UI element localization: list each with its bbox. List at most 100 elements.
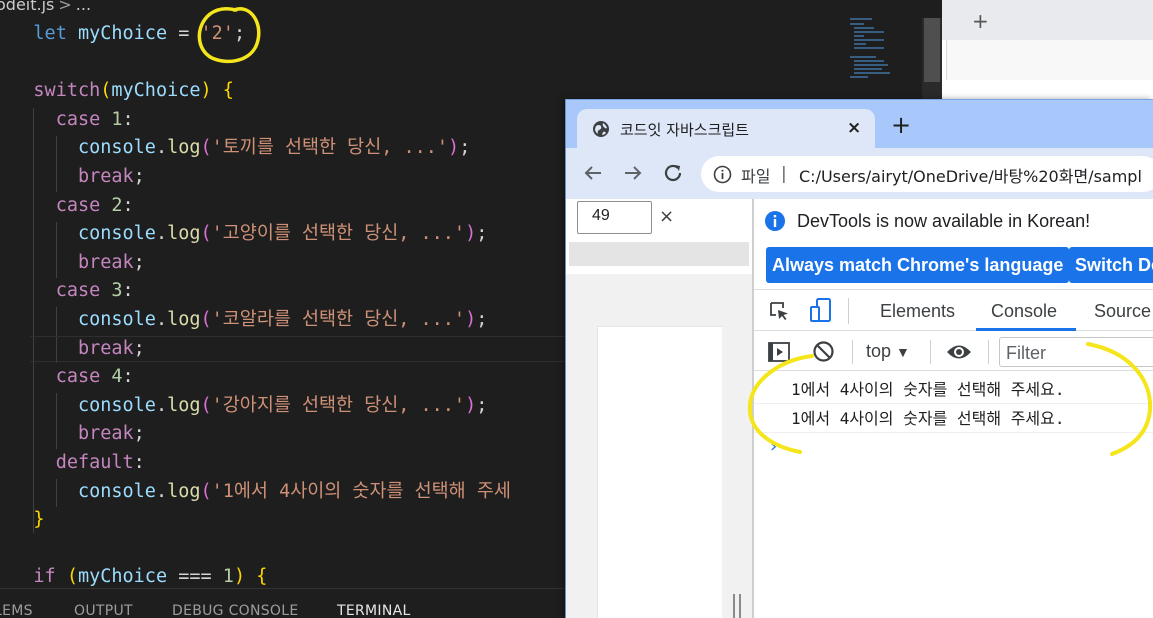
info-icon — [765, 211, 785, 231]
token-string: '토끼를 선택한 당신, ...' — [211, 137, 449, 159]
token-keyword: case — [55, 280, 101, 302]
token-number: 3 — [111, 280, 123, 302]
dimension-input[interactable]: 49 — [577, 201, 652, 234]
token-keyword: case — [55, 194, 101, 216]
context-value: top — [866, 341, 892, 361]
token-variable: myChoice — [111, 80, 201, 102]
tab-close-button[interactable]: × — [847, 118, 861, 138]
token-string: '강아지를 선택한 당신, ...' — [211, 394, 466, 416]
devtools-infobar: DevTools is now available in Korean! Alw… — [754, 199, 1153, 289]
panel-tab-terminal[interactable]: TERMINAL — [337, 603, 411, 618]
token-keyword: break — [77, 423, 134, 445]
editor-scroll-thumb[interactable] — [924, 18, 940, 82]
background-browser-window[interactable]: + — [942, 0, 1153, 100]
console-toolbar: top ▼ Filter — [754, 331, 1153, 371]
toolbar-divider — [848, 298, 849, 324]
page-content[interactable] — [597, 326, 722, 618]
tab-sources[interactable]: Source — [1094, 301, 1151, 322]
panel-tab-debug-console[interactable]: DEBUG CONSOLE — [172, 603, 299, 618]
switch-devtools-language-button[interactable]: Switch De — [1069, 247, 1153, 283]
browser-tab[interactable]: 코드잇 자바스크립트 × — [577, 109, 875, 149]
token-function: log — [167, 308, 201, 330]
background-tabstrip: + — [942, 0, 1153, 40]
token-keyword: if — [33, 566, 56, 588]
address-scheme-label: 파일 — [741, 167, 771, 186]
split-handle-icon[interactable] — [733, 594, 741, 618]
token-function: log — [167, 394, 201, 416]
back-arrow-icon[interactable] — [582, 162, 604, 184]
info-icon[interactable] — [713, 165, 732, 184]
minimap[interactable] — [846, 16, 906, 86]
token-keyword: switch — [33, 80, 101, 102]
token-variable: console — [77, 308, 156, 330]
token-string: '고양이를 선택한 당신, ...' — [211, 223, 466, 245]
clear-console-icon[interactable] — [812, 340, 835, 363]
toolbar-divider — [930, 340, 931, 364]
devtools-tabs: Elements Console Source — [754, 289, 1153, 331]
console-message: 1에서 4사이의 숫자를 선택해 주세요. — [754, 404, 1153, 433]
tab-strip: 코드잇 자바스크립트 × + — [566, 99, 1153, 149]
globe-icon — [593, 121, 609, 137]
tab-console[interactable]: Console — [991, 301, 1057, 322]
sidebar-toggle-icon[interactable] — [767, 340, 791, 364]
always-match-language-button[interactable]: Always match Chrome's language — [766, 247, 1070, 283]
toolbar-divider — [852, 340, 853, 364]
forward-arrow-icon[interactable] — [622, 162, 644, 184]
filter-input[interactable]: Filter — [999, 337, 1153, 367]
code-line[interactable] — [0, 49, 942, 78]
console-prompt-icon[interactable]: › — [768, 436, 779, 457]
toolbar-divider — [988, 340, 989, 364]
reload-icon[interactable] — [662, 162, 684, 184]
breadcrumb-rest[interactable]: ... — [76, 0, 91, 14]
new-tab-button[interactable]: + — [891, 113, 911, 137]
token-variable: myChoice — [77, 23, 168, 44]
token-number: 1 — [111, 108, 123, 130]
token-string-value: '2' — [200, 23, 234, 44]
token-string: '1에서 4사이의 숫자를 선택해 주세 — [211, 480, 511, 502]
devtools-panel[interactable]: DevTools is now available in Korean! Alw… — [754, 199, 1153, 618]
token-function: log — [167, 480, 201, 502]
token-punct: ; — [233, 23, 246, 44]
inspect-icon[interactable] — [767, 299, 791, 323]
token-function: log — [167, 137, 201, 159]
token-keyword: default — [55, 451, 134, 473]
code-line[interactable]: let myChoice = '2'; — [0, 20, 942, 49]
token-keyword: break — [77, 251, 134, 273]
background-toolbar — [946, 40, 1153, 80]
device-toolbar-icon[interactable] — [809, 297, 833, 325]
page-viewport[interactable]: 49 × — [566, 199, 752, 618]
token-function: log — [167, 223, 201, 245]
token-number: 4 — [111, 366, 123, 388]
dimension-close-button[interactable]: × — [659, 206, 674, 227]
chrome-window[interactable]: 코드잇 자바스크립트 × + 파일 | C:/Users/airyt/OneDr… — [565, 99, 1153, 618]
tab-title: 코드잇 자바스크립트 — [620, 121, 749, 139]
panel-tab-output[interactable]: OUTPUT — [74, 603, 133, 618]
background-new-tab-button[interactable]: + — [972, 9, 989, 33]
token-variable: console — [77, 137, 156, 159]
token-keyword: break — [77, 165, 134, 187]
page-ruler — [569, 242, 749, 266]
context-selector[interactable]: top ▼ — [866, 341, 910, 362]
token-keyword: case — [55, 366, 101, 388]
breadcrumb[interactable]: odeit.js >... — [0, 0, 91, 14]
token-operator: = — [167, 23, 201, 44]
token-operator: === — [167, 566, 223, 588]
breadcrumb-separator: > — [58, 0, 72, 14]
address-bar[interactable]: 파일 | C:/Users/airyt/OneDrive/바탕%20화면/sam… — [701, 156, 1153, 192]
token-number: 2 — [111, 194, 123, 216]
address-separator: | — [781, 164, 787, 184]
tab-elements[interactable]: Elements — [880, 301, 955, 322]
console-output[interactable]: 1에서 4사이의 숫자를 선택해 주세요. 1에서 4사이의 숫자를 선택해 주… — [754, 371, 1153, 618]
breadcrumb-file[interactable]: odeit.js — [0, 0, 54, 14]
infobar-message: DevTools is now available in Korean! — [797, 211, 1091, 231]
token-keyword: break — [77, 337, 134, 359]
token-keyword: case — [55, 108, 101, 130]
address-url[interactable]: C:/Users/airyt/OneDrive/바탕%20화면/sampl — [799, 163, 1142, 187]
console-message: 1에서 4사이의 숫자를 선택해 주세요. — [754, 375, 1153, 404]
chevron-down-icon: ▼ — [896, 344, 910, 360]
browser-toolbar: 파일 | C:/Users/airyt/OneDrive/바탕%20화면/sam… — [566, 148, 1153, 199]
token-variable: console — [77, 394, 156, 416]
panel-tab-problems[interactable]: LEMS — [0, 603, 33, 618]
eye-icon[interactable] — [946, 342, 972, 362]
token-variable: console — [77, 480, 156, 502]
